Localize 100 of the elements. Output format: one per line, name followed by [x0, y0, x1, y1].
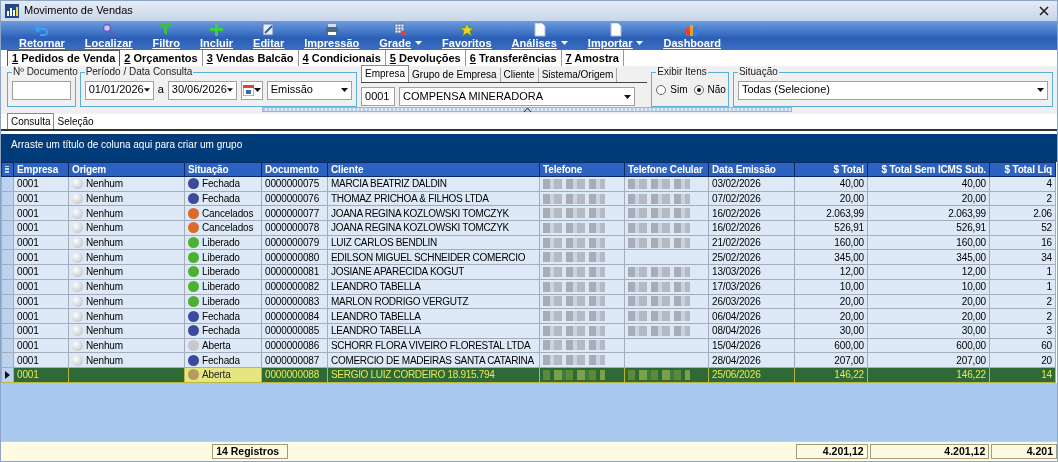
status-dropdown[interactable]: Todas (Selecione)	[737, 80, 1048, 100]
toolbar-button[interactable]: Localizar	[78, 22, 139, 49]
table-cell: 526,91	[867, 220, 990, 236]
document-field[interactable]	[12, 80, 71, 100]
table-cell: 0000000075	[261, 176, 328, 192]
table-cell: 0001	[13, 264, 69, 280]
table-cell: 160,00	[794, 235, 868, 250]
status-text: Liberado	[202, 295, 240, 307]
status-text: Fechada	[202, 193, 240, 205]
toolbar-button[interactable]: Grade	[373, 22, 429, 49]
table-cell: 30,00	[794, 323, 868, 339]
dropdown-caret-icon	[560, 41, 568, 45]
table-cell: 2	[989, 308, 1056, 324]
table-cell: 20,00	[794, 308, 868, 324]
radio-button[interactable]	[693, 85, 704, 95]
date-type-dropdown[interactable]: Emissão	[266, 80, 352, 100]
table-cell: EDILSON MIGUEL SCHNEIDER COMERCIO	[327, 249, 540, 265]
column-header[interactable]: Documento	[261, 162, 328, 177]
column-header[interactable]: $ Total Sem ICMS Sub.	[867, 162, 990, 177]
column-header[interactable]: Telefone	[539, 162, 625, 177]
company-code-field[interactable]: 0001	[361, 87, 395, 106]
company-dropdown[interactable]: COMPENSA MINERADORA	[399, 87, 635, 106]
column-header[interactable]: Empresa	[13, 162, 69, 177]
table-cell: 20,00	[794, 294, 868, 309]
dropdown-arrow-icon	[226, 88, 233, 92]
table-cell: THOMAZ PRICHOA & FILHOS LTDA	[327, 191, 540, 206]
table-cell: 0001	[13, 279, 69, 294]
table-cell: 0000000086	[261, 338, 328, 353]
column-header[interactable]: Telefone Celular	[624, 162, 709, 177]
column-header[interactable]: Data Emissão	[708, 162, 795, 177]
origin-text: Nenhum	[86, 266, 123, 278]
table-cell: 20,00	[867, 308, 990, 324]
table-cell: 0001	[13, 191, 69, 206]
table-cell: 10,00	[867, 279, 990, 294]
toolbar-button[interactable]: Incluir	[194, 22, 240, 49]
tab[interactable]: Grupo de Empresa	[409, 68, 501, 82]
tab[interactable]: 1 Pedidos de Venda	[7, 50, 121, 66]
table-cell: 600,00	[867, 338, 990, 353]
grid-icon	[393, 22, 408, 37]
dropdown-arrow-icon	[341, 88, 348, 92]
column-header[interactable]: Situação	[184, 162, 262, 177]
toolbar-button[interactable]: Dashboard	[657, 22, 727, 49]
table-cell: 0000000078	[261, 220, 328, 236]
column-header[interactable]: Origem	[68, 162, 185, 177]
tab[interactable]: Consulta	[7, 113, 55, 129]
pencil-document-icon	[261, 22, 276, 37]
column-header[interactable]: $ Total Líq	[989, 162, 1056, 177]
dropdown-arrow-icon	[253, 88, 261, 92]
collapse-caret-icon[interactable]	[523, 107, 531, 112]
tab[interactable]: Seleção	[54, 115, 97, 129]
table-cell: SERGIO LUIZ CORDEIRO 18.915.794	[327, 367, 540, 383]
table-cell: 10,00	[794, 279, 868, 294]
table-cell: 0001	[13, 308, 69, 324]
table-cell: LEANDRO TABELLA	[327, 279, 540, 294]
tab[interactable]: Cliente	[500, 68, 539, 82]
table-cell: 15/04/2026	[708, 338, 795, 353]
origin-icon	[72, 251, 83, 263]
origin-text: Nenhum	[86, 207, 123, 219]
toolbar-button[interactable]: Análises	[505, 22, 574, 49]
table-cell: 526,91	[794, 220, 868, 236]
status-text: Fechada	[202, 325, 240, 337]
toolbar-button[interactable]: Retornar	[13, 22, 71, 49]
status-text: Cancelados	[202, 222, 254, 234]
toolbar-button[interactable]: Importar	[581, 22, 650, 49]
table-cell: 2.06	[989, 205, 1056, 221]
status-text: Liberado	[202, 251, 240, 263]
origin-text: Nenhum	[86, 339, 123, 351]
date-picker[interactable]: 01/01/2026	[84, 80, 154, 100]
toolbar-button[interactable]: Impressão	[298, 22, 366, 49]
radio-option[interactable]: Sim	[656, 84, 688, 96]
table-cell: 207,00	[867, 352, 990, 368]
origin-icon	[72, 310, 83, 322]
table-cell: 0001	[13, 235, 69, 250]
column-header[interactable]: Cliente	[327, 162, 540, 177]
origin-icon	[72, 354, 83, 366]
toolbar-button[interactable]: Favoritos	[436, 22, 498, 49]
origin-text: Nenhum	[86, 354, 123, 366]
table-cell: 03/02/2026	[708, 176, 795, 192]
radio-option[interactable]: Não	[693, 84, 726, 96]
column-header[interactable]: $ Total	[794, 162, 868, 177]
table-cell: 0001	[13, 367, 69, 383]
table-cell: 0000000083	[261, 294, 328, 309]
toolbar-button[interactable]: Filtro	[146, 22, 187, 49]
date-picker[interactable]: 30/06/2026	[167, 80, 237, 100]
origin-text: Nenhum	[86, 193, 123, 205]
tab[interactable]: Sistema/Origem	[538, 68, 618, 82]
column-chooser-icon[interactable]	[5, 165, 9, 174]
dropdown-caret-icon	[415, 41, 423, 45]
radio-button[interactable]	[656, 85, 667, 95]
origin-icon	[72, 222, 83, 234]
origin-icon	[72, 295, 83, 307]
status-text: Cancelados	[202, 207, 254, 219]
table-cell: SCHORR FLORA VIVEIRO FLORESTAL LTDA	[327, 338, 540, 353]
table-cell: 0000000087	[261, 352, 328, 368]
bar-chart-icon	[685, 22, 700, 37]
table-cell: 146,22	[794, 367, 868, 383]
toolbar-button[interactable]: Editar	[247, 22, 291, 49]
calendar-button[interactable]	[240, 80, 263, 100]
table-cell: 600,00	[794, 338, 868, 353]
tab[interactable]: Empresa	[361, 65, 410, 82]
